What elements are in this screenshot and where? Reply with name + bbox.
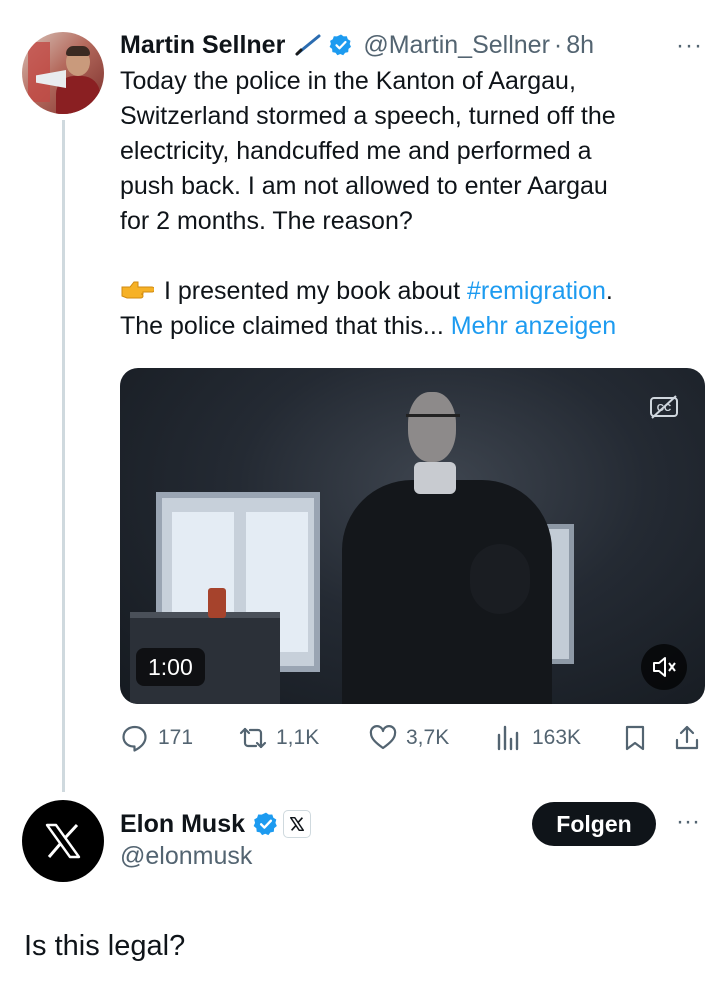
video-duration: 1:00 (136, 648, 205, 686)
video-player[interactable]: CC 1:00 (120, 368, 705, 704)
views-icon (497, 725, 519, 751)
reply-action[interactable]: 171 (120, 718, 193, 758)
like-count: 3,7K (406, 726, 450, 749)
share-icon (675, 725, 699, 750)
repost-icon (239, 727, 267, 749)
show-more-link[interactable]: Mehr anzeigen (451, 312, 616, 340)
author-name[interactable]: Martin Sellner (120, 31, 285, 60)
reply-header: Elon Musk (120, 806, 312, 842)
video-person-arm (470, 544, 530, 614)
more-options-icon[interactable]: ··· (676, 32, 706, 59)
x-logo-icon (45, 823, 81, 859)
tweet-line-7-text: The police claimed that this... (120, 312, 451, 340)
tweet-line-4: push back. I am not allowed to enter Aar… (120, 172, 608, 200)
avatar-hair (66, 46, 90, 56)
bookmark-icon (625, 725, 645, 751)
tweet-line-6: I presented my book about #remigration. (120, 274, 710, 309)
reply-count: 171 (158, 726, 194, 749)
tweet-line-5: for 2 months. The reason? (120, 207, 413, 235)
video-person-glasses (406, 414, 460, 427)
repost-action[interactable]: 1,1K (238, 718, 319, 758)
reply-author-name[interactable]: Elon Musk (120, 810, 245, 839)
avatar-elon-musk[interactable] (22, 800, 104, 882)
separator-dot: · (553, 30, 563, 59)
like-action[interactable]: 3,7K (368, 718, 449, 758)
tweet-time[interactable]: 8h (566, 31, 594, 60)
pointing-hand-emoji-icon (120, 276, 155, 299)
tweet-line-6-text: I presented my book about (164, 277, 467, 305)
captions-icon[interactable]: CC (649, 394, 679, 420)
tweet-actions: 171 1,1K 3,7K 163K (120, 718, 710, 758)
video-person-head (408, 392, 456, 462)
verified-badge-icon[interactable] (329, 33, 353, 57)
tweet-body: Today the police in the Kanton of Aargau… (120, 64, 710, 344)
repost-count: 1,1K (276, 726, 320, 749)
mute-button[interactable] (641, 644, 687, 690)
tweet-line-1: Today the police in the Kanton of Aargau… (120, 67, 576, 95)
avatar-martin-sellner[interactable] (22, 32, 104, 114)
follow-button[interactable]: Folgen (532, 802, 656, 846)
more-options-icon[interactable]: ··· (676, 808, 706, 835)
thread-connector-line (62, 120, 65, 792)
hashtag-link[interactable]: #remigration (467, 277, 606, 305)
bookmark-action[interactable] (620, 718, 658, 758)
reply-author-handle[interactable]: @elonmusk (120, 842, 252, 871)
reply-icon (122, 725, 147, 752)
author-handle[interactable]: @Martin_Sellner (363, 31, 550, 60)
views-action[interactable]: 163K (494, 718, 581, 758)
share-action[interactable] (672, 718, 710, 758)
heart-icon (369, 725, 397, 750)
reply-text: Is this legal? (24, 930, 186, 962)
tweet-line-6-end: . (605, 277, 613, 305)
video-person-collar (414, 462, 456, 494)
video-can (208, 588, 226, 618)
avatar-background (28, 42, 50, 102)
views-count: 163K (532, 726, 582, 749)
affiliate-x-badge-icon[interactable] (283, 810, 312, 838)
tweet-line-3: electricity, handcuffed me and performed… (120, 137, 592, 165)
tweet-line-7: The police claimed that this... Mehr anz… (120, 309, 710, 344)
tweet-line-2: Switzerland stormed a speech, turned off… (120, 102, 616, 130)
verified-badge-icon[interactable] (253, 811, 279, 837)
pen-emoji-icon (293, 33, 323, 57)
mute-icon (653, 657, 676, 677)
tweet-header: Martin Sellner @Martin_Sellner · 8h (120, 28, 594, 62)
